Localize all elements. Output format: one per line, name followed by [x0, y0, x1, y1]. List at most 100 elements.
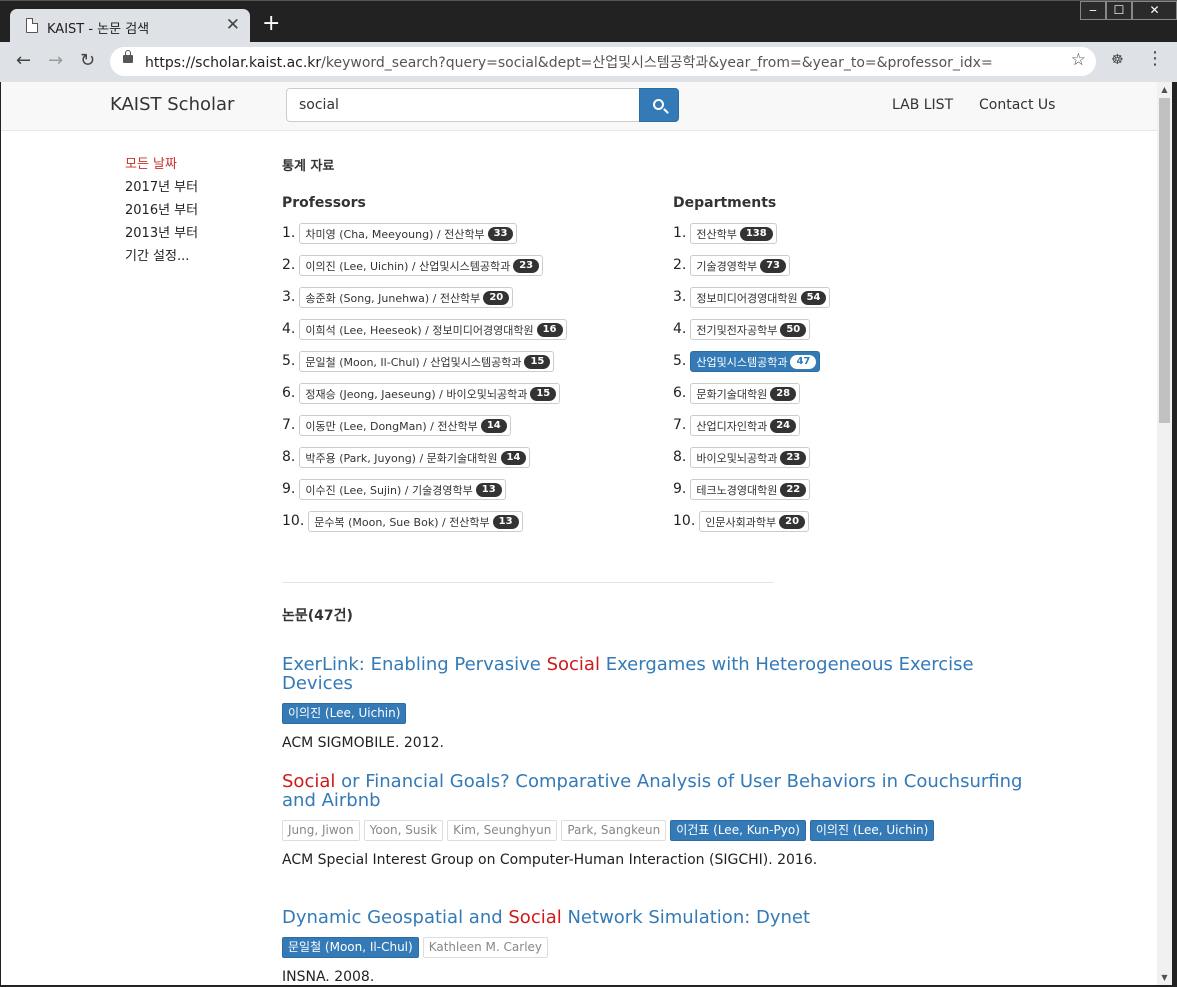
navbar: KAIST Scholar LAB LIST Contact Us [0, 82, 1157, 131]
department-chip[interactable]: 정보미디어경영대학원 54 [690, 287, 831, 308]
search-button[interactable] [639, 88, 679, 122]
rank-number: 8. [282, 449, 296, 465]
scroll-down-arrow-icon[interactable]: ▼ [1157, 970, 1172, 985]
address-bar[interactable]: https://scholar.kaist.ac.kr/keyword_sear… [110, 47, 1096, 76]
filter-all-dates[interactable]: 모든 날짜 [125, 153, 198, 176]
star-icon[interactable]: ☆ [1071, 50, 1086, 70]
filter-custom-range[interactable]: 기간 설정... [125, 245, 198, 268]
professor-chip[interactable]: 문수복 (Moon, Sue Bok) / 전산학부 13 [308, 511, 523, 532]
rank-number: 9. [282, 481, 296, 497]
window-close-button[interactable]: ✕ [1132, 1, 1177, 20]
window-controls: ‒ ☐ ✕ [1080, 1, 1177, 21]
rank-number: 5. [282, 353, 296, 369]
maximize-button[interactable]: ☐ [1106, 1, 1132, 20]
page-icon [26, 18, 38, 33]
author-tag: Park, Sangkeun [561, 820, 667, 841]
rank-row: 10. 인문사회과학부 20 [673, 511, 830, 543]
count-badge: 22 [780, 482, 807, 497]
paper-title[interactable]: Social or Financial Goals? Comparative A… [282, 772, 1042, 810]
nav-lab-list[interactable]: LAB LIST [892, 97, 953, 113]
chip-label: 산업디자인학과 [696, 419, 768, 433]
filter-since-2016[interactable]: 2016년 부터 [125, 199, 198, 222]
paper-title[interactable]: ExerLink: Enabling Pervasive Social Exer… [282, 655, 1042, 693]
department-chip[interactable]: 문화기술대학원 28 [690, 383, 801, 404]
department-chip[interactable]: 전기및전자공학부 50 [690, 319, 811, 340]
count-badge: 15 [524, 354, 551, 369]
paper-title[interactable]: Dynamic Geospatial and Social Network Si… [282, 908, 1042, 927]
author-lab-link[interactable]: 이의진 (Lee, Uichin) [282, 703, 407, 724]
new-tab-button[interactable]: + [262, 13, 280, 35]
department-chip[interactable]: 테크노경영대학원 22 [690, 479, 811, 500]
title-text: ExerLink: Enabling Pervasive [282, 654, 547, 675]
rank-number: 10. [673, 513, 696, 529]
extension-icon[interactable]: ☸ [1111, 52, 1124, 68]
chip-label: 테크노경영대학원 [696, 483, 778, 497]
professor-chip[interactable]: 차미영 (Cha, Meeyoung) / 전산학부 33 [299, 223, 518, 244]
scrollbar[interactable]: ▲ ▼ [1157, 82, 1172, 985]
chip-label: 이의진 (Lee, Uichin) / 산업및시스템공학과 [305, 259, 511, 273]
arrow-right-icon[interactable]: → [48, 50, 63, 72]
professor-chip[interactable]: 정재승 (Jeong, Jaeseung) / 바이오및뇌공학과 15 [299, 383, 561, 404]
search-input[interactable] [286, 88, 640, 122]
paper-venue: ACM SIGMOBILE. 2012. [282, 735, 444, 751]
filter-since-2017[interactable]: 2017년 부터 [125, 176, 198, 199]
author-lab-link[interactable]: 이건표 (Lee, Kun-Pyo) [670, 820, 806, 841]
date-filter: 모든 날짜 2017년 부터 2016년 부터 2013년 부터 기간 설정..… [125, 153, 198, 268]
author-lab-link[interactable]: 이의진 (Lee, Uichin) [809, 820, 935, 841]
rank-number: 1. [673, 225, 687, 241]
rank-row: 2. 이의진 (Lee, Uichin) / 산업및시스템공학과 23 [282, 255, 567, 287]
browser-toolbar: ← → ↻ https://scholar.kaist.ac.kr/keywor… [0, 42, 1177, 82]
arrow-left-icon[interactable]: ← [16, 50, 31, 72]
title-keyword-highlight: Social [282, 771, 336, 792]
professor-chip[interactable]: 이희석 (Lee, Heeseok) / 정보미디어경영대학원 16 [299, 319, 567, 340]
department-chip[interactable]: 산업디자인학과 24 [690, 415, 801, 436]
tab-close-icon[interactable]: ✕ [226, 15, 240, 35]
rank-row: 6. 문화기술대학원 28 [673, 383, 830, 415]
professor-chip[interactable]: 이수진 (Lee, Sujin) / 기술경영학부 13 [299, 479, 506, 500]
author-lab-link[interactable]: 문일철 (Moon, Il-Chul) [282, 937, 419, 958]
scroll-up-arrow-icon[interactable]: ▲ [1157, 82, 1172, 97]
filter-since-2013[interactable]: 2013년 부터 [125, 222, 198, 245]
rank-number: 10. [282, 513, 305, 529]
professor-chip[interactable]: 문일철 (Moon, Il-Chul) / 산업및시스템공학과 15 [299, 351, 555, 372]
professor-chip[interactable]: 송준화 (Song, Junehwa) / 전산학부 20 [299, 287, 514, 308]
rank-number: 2. [282, 257, 296, 273]
reload-icon[interactable]: ↻ [80, 50, 95, 72]
rank-row: 6. 정재승 (Jeong, Jaeseung) / 바이오및뇌공학과 15 [282, 383, 567, 415]
count-badge: 14 [480, 418, 507, 433]
count-badge: 20 [779, 514, 806, 529]
rank-row: 1. 차미영 (Cha, Meeyoung) / 전산학부 33 [282, 223, 567, 255]
professor-chip[interactable]: 박주용 (Park, Juyong) / 문화기술대학원 14 [299, 447, 531, 468]
rank-number: 3. [282, 289, 296, 305]
department-chip[interactable]: 산업및시스템공학과 47 [690, 351, 821, 372]
rank-row: 1. 전산학부 138 [673, 223, 830, 255]
browser-tab[interactable]: KAIST - 논문 검색 ✕ [10, 9, 250, 43]
brand-logo[interactable]: KAIST Scholar [110, 94, 234, 115]
tab-strip: KAIST - 논문 검색 ✕ + ‒ ☐ ✕ [0, 0, 1177, 43]
chip-label: 전산학부 [696, 227, 737, 241]
chip-label: 송준화 (Song, Junehwa) / 전산학부 [305, 291, 481, 305]
department-chip[interactable]: 바이오및뇌공학과 23 [690, 447, 811, 468]
minimize-button[interactable]: ‒ [1080, 1, 1106, 20]
nav-contact-us[interactable]: Contact Us [979, 97, 1055, 113]
divider [282, 582, 774, 583]
paper-item: Social or Financial Goals? Comparative A… [282, 772, 1042, 868]
department-chip[interactable]: 인문사회과학부 20 [699, 511, 810, 532]
count-badge: 16 [536, 322, 563, 337]
rank-row: 2. 기술경영학부 73 [673, 255, 830, 287]
professor-chip[interactable]: 이의진 (Lee, Uichin) / 산업및시스템공학과 23 [299, 255, 544, 276]
scrollbar-thumb[interactable] [1159, 98, 1170, 423]
rank-number: 6. [673, 385, 687, 401]
count-badge: 73 [760, 258, 787, 273]
kebab-menu-icon[interactable]: ⋮ [1146, 48, 1164, 70]
count-badge: 50 [780, 322, 807, 337]
professor-chip[interactable]: 이동만 (Lee, DongMan) / 전산학부 14 [299, 415, 511, 436]
chip-label: 문화기술대학원 [696, 387, 768, 401]
department-chip[interactable]: 기술경영학부 73 [690, 255, 791, 276]
department-chip[interactable]: 전산학부 138 [690, 223, 777, 244]
chip-label: 인문사회과학부 [705, 515, 777, 529]
author-tag: Kathleen M. Carley [422, 937, 549, 958]
chip-label: 박주용 (Park, Juyong) / 문화기술대학원 [305, 451, 498, 465]
title-text: Network Simulation: Dynet [561, 907, 811, 928]
chip-label: 이동만 (Lee, DongMan) / 전산학부 [305, 419, 478, 433]
